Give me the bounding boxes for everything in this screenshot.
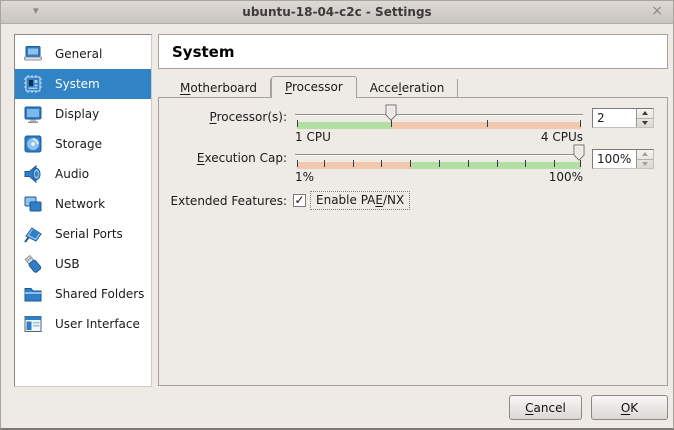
display-icon: [22, 103, 44, 125]
pae-nx-checkbox-label[interactable]: Enable PAE/NX: [310, 191, 410, 210]
sidebar-item-label: System: [55, 77, 100, 91]
serial-ports-icon: [22, 223, 44, 245]
shared-folders-icon: [22, 283, 44, 305]
sidebar-item-label: Storage: [55, 137, 102, 151]
window-title: ubuntu-18-04-c2c - Settings: [1, 5, 673, 19]
tick: [297, 160, 298, 167]
spinbox-value[interactable]: 2: [593, 109, 636, 127]
settings-dialog: ▾ ubuntu-18-04-c2c - Settings × General …: [0, 0, 674, 430]
general-icon: [22, 43, 44, 65]
tick: [487, 120, 488, 127]
slider-min-label: 1 CPU: [295, 130, 331, 144]
slider-handle[interactable]: [573, 144, 585, 161]
tick: [580, 120, 581, 127]
tick: [468, 160, 469, 167]
sidebar-item-label: Display: [55, 107, 99, 121]
ok-button[interactable]: OK: [591, 395, 668, 420]
sidebar-item-label: General: [55, 47, 102, 61]
sidebar-item-label: Shared Folders: [55, 287, 144, 301]
sidebar-item-general[interactable]: General: [15, 39, 151, 69]
settings-category-list: General System Display: [14, 34, 152, 387]
network-icon: [22, 193, 44, 215]
sidebar-item-label: USB: [55, 257, 80, 271]
sidebar-item-shared-folders[interactable]: Shared Folders: [15, 279, 151, 309]
spin-down-icon[interactable]: [637, 160, 653, 169]
processor-tab-panel: Processor(s): 1 CPU 4 CPUs 2: [158, 97, 668, 386]
sidebar-item-label: User Interface: [55, 317, 140, 331]
slider-max-label: 4 CPUs: [541, 130, 583, 144]
tick: [391, 120, 392, 127]
execution-cap-spinbox[interactable]: 100%: [592, 149, 654, 169]
spin-down-icon[interactable]: [637, 119, 653, 128]
sidebar-item-audio[interactable]: Audio: [15, 159, 151, 189]
warning-zone: [297, 162, 411, 169]
spinbox-value[interactable]: 100%: [593, 150, 636, 168]
sidebar-item-network[interactable]: Network: [15, 189, 151, 219]
extended-features-label: Extended Features:: [169, 192, 287, 210]
sidebar-item-storage[interactable]: Storage: [15, 129, 151, 159]
close-icon[interactable]: ×: [651, 3, 663, 19]
tick: [580, 160, 581, 167]
tick: [381, 160, 382, 167]
window-menu-icon[interactable]: ▾: [33, 4, 39, 17]
system-icon: [22, 73, 44, 95]
sidebar-item-label: Audio: [55, 167, 89, 181]
processors-spinbox[interactable]: 2: [592, 108, 654, 128]
slider-groove: [295, 154, 583, 156]
slider-min-label: 1%: [295, 170, 314, 184]
sidebar-item-serial-ports[interactable]: Serial Ports: [15, 219, 151, 249]
slider-handle[interactable]: [385, 104, 397, 121]
titlebar: ▾ ubuntu-18-04-c2c - Settings ×: [1, 1, 673, 24]
audio-icon: [22, 163, 44, 185]
processors-slider[interactable]: 1 CPU 4 CPUs: [295, 104, 583, 146]
tab-processor[interactable]: Processor: [271, 76, 357, 98]
execution-cap-label: Execution Cap:: [169, 149, 287, 167]
spinbox-buttons: [636, 109, 653, 127]
sidebar-item-label: Serial Ports: [55, 227, 123, 241]
user-interface-icon: [22, 313, 44, 335]
tick: [439, 160, 440, 167]
tab-acceleration[interactable]: Acceleration: [357, 79, 459, 98]
tick: [353, 160, 354, 167]
tab-motherboard[interactable]: Motherboard: [167, 79, 271, 98]
tick: [297, 120, 298, 127]
sidebar-item-usb[interactable]: USB: [15, 249, 151, 279]
slider-groove: [295, 114, 583, 116]
sidebar-item-system[interactable]: System: [15, 69, 151, 99]
storage-icon: [22, 133, 44, 155]
tick: [410, 160, 411, 167]
page-title-text: System: [172, 43, 234, 61]
spin-up-icon[interactable]: [637, 109, 653, 119]
tick: [554, 160, 555, 167]
page-title: System: [158, 34, 668, 69]
spinbox-buttons: [636, 150, 653, 168]
system-tabs: Motherboard Processor Acceleration: [158, 76, 668, 98]
green-zone: [297, 122, 392, 129]
slider-zones: [297, 122, 581, 129]
slider-max-label: 100%: [549, 170, 583, 184]
sidebar-item-display[interactable]: Display: [15, 99, 151, 129]
processors-label: Processor(s):: [169, 108, 287, 126]
execution-cap-slider[interactable]: 1% 100%: [295, 144, 583, 186]
sidebar-item-user-interface[interactable]: User Interface: [15, 309, 151, 339]
tick: [324, 160, 325, 167]
cancel-button[interactable]: Cancel: [509, 395, 582, 420]
spin-up-icon[interactable]: [637, 150, 653, 160]
tick: [525, 160, 526, 167]
pae-nx-checkbox[interactable]: ✓: [293, 194, 306, 207]
usb-icon: [22, 253, 44, 275]
sidebar-item-label: Network: [55, 197, 105, 211]
tick: [497, 160, 498, 167]
